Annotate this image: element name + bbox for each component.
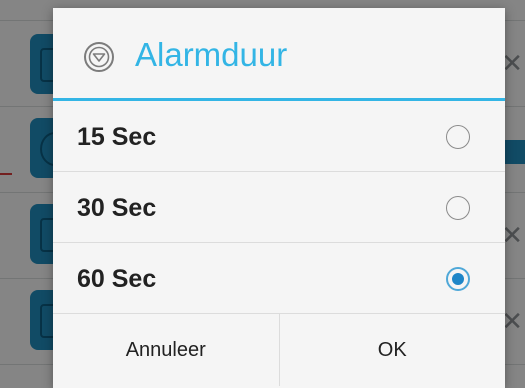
dialog-title: Alarmduur: [135, 36, 288, 73]
chevron-down-circle-icon: [84, 42, 114, 72]
option-60-sec[interactable]: 60 Sec: [53, 243, 505, 314]
option-label: 60 Sec: [77, 265, 157, 293]
dialog-header: Alarmduur: [53, 8, 505, 101]
option-label: 15 Sec: [77, 123, 157, 151]
option-label: 30 Sec: [77, 194, 157, 222]
radio-button[interactable]: [446, 267, 470, 291]
option-15-sec[interactable]: 15 Sec: [53, 101, 505, 172]
alarm-duration-dialog: Alarmduur 15 Sec 30 Sec 60 Sec Annuleer …: [53, 8, 505, 388]
ok-button[interactable]: OK: [278, 314, 506, 386]
radio-button[interactable]: [446, 125, 470, 149]
dialog-button-bar: Annuleer OK: [53, 314, 505, 386]
cancel-button[interactable]: Annuleer: [53, 314, 279, 386]
option-30-sec[interactable]: 30 Sec: [53, 172, 505, 243]
radio-button[interactable]: [446, 196, 470, 220]
